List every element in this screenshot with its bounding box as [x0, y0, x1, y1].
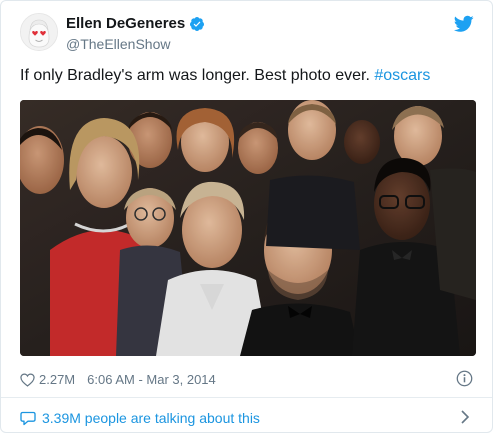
hashtag-link[interactable]: #oscars: [374, 67, 430, 84]
like-count[interactable]: 2.27M: [39, 372, 75, 387]
footer-divider: [1, 397, 492, 398]
tweet-text: If only Bradley's arm was longer. Best p…: [20, 67, 430, 85]
heart-eyes-emoji-avatar-icon: [21, 14, 57, 50]
talking-about-text[interactable]: 3.39M people are talking about this: [42, 410, 260, 426]
speech-bubble-icon: [20, 411, 36, 425]
tweet-card: Ellen DeGeneres @TheEllenShow If only Br…: [0, 0, 493, 433]
group-selfie-photo-image: [20, 100, 476, 356]
author-name-row[interactable]: Ellen DeGeneres: [66, 15, 205, 32]
twitter-bird-icon[interactable]: [454, 15, 474, 33]
chevron-right-icon[interactable]: [460, 410, 470, 424]
author-handle[interactable]: @TheEllenShow: [66, 36, 171, 52]
tweet-photo[interactable]: [20, 100, 476, 356]
talking-about-row[interactable]: 3.39M people are talking about this: [20, 410, 260, 426]
verified-badge-icon: [190, 16, 205, 31]
heart-outline-icon[interactable]: [20, 372, 35, 387]
tweet-meta-row: 2.27M 6:06 AM - Mar 3, 2014: [20, 372, 216, 387]
author-display-name[interactable]: Ellen DeGeneres: [66, 15, 185, 32]
info-icon[interactable]: [456, 370, 473, 387]
author-avatar[interactable]: [20, 13, 58, 51]
tweet-timestamp[interactable]: 6:06 AM - Mar 3, 2014: [87, 372, 216, 387]
tweet-text-body: If only Bradley's arm was longer. Best p…: [20, 67, 375, 84]
